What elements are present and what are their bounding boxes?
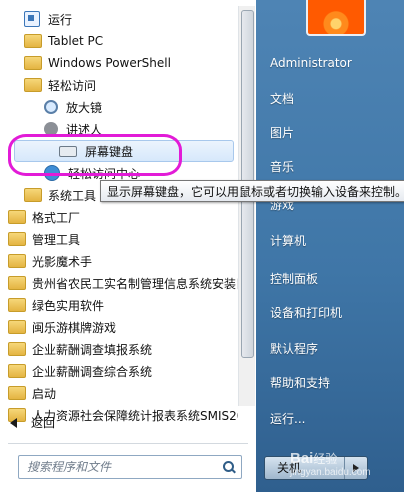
programs-pane: 运行 Tablet PC Windows PowerShell 轻松访问 放大镜 讲述人屏… bbox=[0, 0, 257, 492]
right-menu-item[interactable]: 图片 bbox=[270, 122, 398, 144]
right-menu-item[interactable]: 设备和打印机 bbox=[270, 302, 398, 324]
program-folder[interactable]: 光影魔术手 bbox=[0, 250, 238, 272]
magnifier-icon bbox=[44, 100, 58, 114]
folder-icon bbox=[8, 276, 26, 290]
program-folder[interactable]: 闽乐游棋牌游戏 bbox=[0, 316, 238, 338]
folder-icon bbox=[8, 320, 26, 334]
watermark-url: jingyan.baidu.com bbox=[290, 467, 371, 478]
program-folder[interactable]: 贵州省农民工实名制管理信息系统安装目 bbox=[0, 272, 238, 294]
back-label: 返回 bbox=[31, 416, 56, 430]
program-label: 轻松访问 bbox=[48, 78, 97, 93]
program-list: 运行 Tablet PC Windows PowerShell 轻松访问 放大镜 讲述人屏… bbox=[0, 8, 238, 426]
program-folder[interactable]: 格式工厂 bbox=[0, 206, 238, 228]
program-label: 绿色实用软件 bbox=[32, 298, 105, 313]
program-label: 启动 bbox=[32, 386, 57, 401]
folder-icon bbox=[8, 386, 26, 400]
folder-icon bbox=[24, 56, 42, 70]
divider bbox=[8, 443, 248, 444]
run-icon bbox=[24, 11, 40, 27]
folder-icon bbox=[8, 364, 26, 378]
program-folder[interactable]: 绿色实用软件 bbox=[0, 294, 238, 316]
program-label: 企业薪酬调查综合系统 bbox=[32, 364, 153, 379]
right-menu-item[interactable]: 默认程序 bbox=[270, 338, 398, 360]
program-label: 格式工厂 bbox=[32, 210, 81, 225]
right-menu-item[interactable]: 控制面板 bbox=[270, 268, 398, 290]
program-label: 运行 bbox=[48, 12, 73, 27]
program-folder[interactable]: Tablet PC bbox=[0, 30, 238, 52]
program-label: 管理工具 bbox=[32, 232, 81, 247]
program-item[interactable]: 放大镜 bbox=[0, 96, 238, 118]
right-menu-item[interactable]: 音乐 bbox=[270, 156, 398, 178]
right-menu-item[interactable]: 文档 bbox=[270, 88, 398, 110]
program-label: 闽乐游棋牌游戏 bbox=[32, 320, 117, 335]
search-icon[interactable] bbox=[223, 461, 235, 473]
folder-icon bbox=[24, 78, 42, 92]
program-label: 人力资源社会保障统计报表系统SMIS20 bbox=[32, 408, 238, 423]
program-folder[interactable]: 轻松访问 bbox=[0, 74, 238, 96]
start-menu: 运行 Tablet PC Windows PowerShell 轻松访问 放大镜 讲述人屏… bbox=[0, 0, 404, 492]
program-folder[interactable]: 企业薪酬调查综合系统 bbox=[0, 360, 238, 382]
program-label: 光影魔术手 bbox=[32, 254, 93, 269]
watermark: Bai经验 jingyan.baidu.com bbox=[290, 450, 371, 480]
user-name-link[interactable]: Administrator bbox=[270, 52, 398, 74]
scrollbar[interactable] bbox=[238, 6, 255, 406]
program-label: Tablet PC bbox=[48, 34, 104, 48]
folder-icon bbox=[8, 232, 26, 246]
program-label: 系统工具 bbox=[48, 188, 97, 203]
folder-icon bbox=[8, 210, 26, 224]
search-input[interactable] bbox=[25, 459, 219, 475]
right-menu-item[interactable]: 运行... bbox=[270, 408, 398, 430]
search-box[interactable] bbox=[18, 455, 242, 479]
folder-icon bbox=[8, 254, 26, 268]
right-menu-item[interactable]: 计算机 bbox=[270, 230, 398, 252]
program-label: Windows PowerShell bbox=[48, 56, 171, 70]
folder-icon bbox=[8, 342, 26, 356]
program-item[interactable]: 运行 bbox=[0, 8, 238, 30]
right-menu-item[interactable]: 帮助和支持 bbox=[270, 372, 398, 394]
program-folder[interactable]: Windows PowerShell bbox=[0, 52, 238, 74]
tooltip: 显示屏幕键盘，它可以用鼠标或者切换输入设备来控制。 bbox=[100, 180, 404, 202]
user-avatar[interactable] bbox=[306, 0, 366, 36]
back-arrow-icon bbox=[10, 417, 17, 428]
folder-icon bbox=[24, 34, 42, 48]
program-label: 企业薪酬调查填报系统 bbox=[32, 342, 153, 357]
back-button[interactable]: 返回 bbox=[10, 414, 55, 431]
watermark-text: Bai bbox=[290, 450, 314, 467]
program-label: 贵州省农民工实名制管理信息系统安装目 bbox=[32, 276, 238, 291]
program-folder[interactable]: 管理工具 bbox=[0, 228, 238, 250]
program-folder[interactable]: 启动 bbox=[0, 382, 238, 404]
program-folder[interactable]: 企业薪酬调查填报系统 bbox=[0, 338, 238, 360]
program-label: 放大镜 bbox=[66, 100, 103, 115]
watermark-text2: 经验 bbox=[313, 452, 338, 466]
folder-icon bbox=[24, 188, 42, 202]
folder-icon bbox=[8, 298, 26, 312]
annotation-circle bbox=[8, 134, 182, 176]
